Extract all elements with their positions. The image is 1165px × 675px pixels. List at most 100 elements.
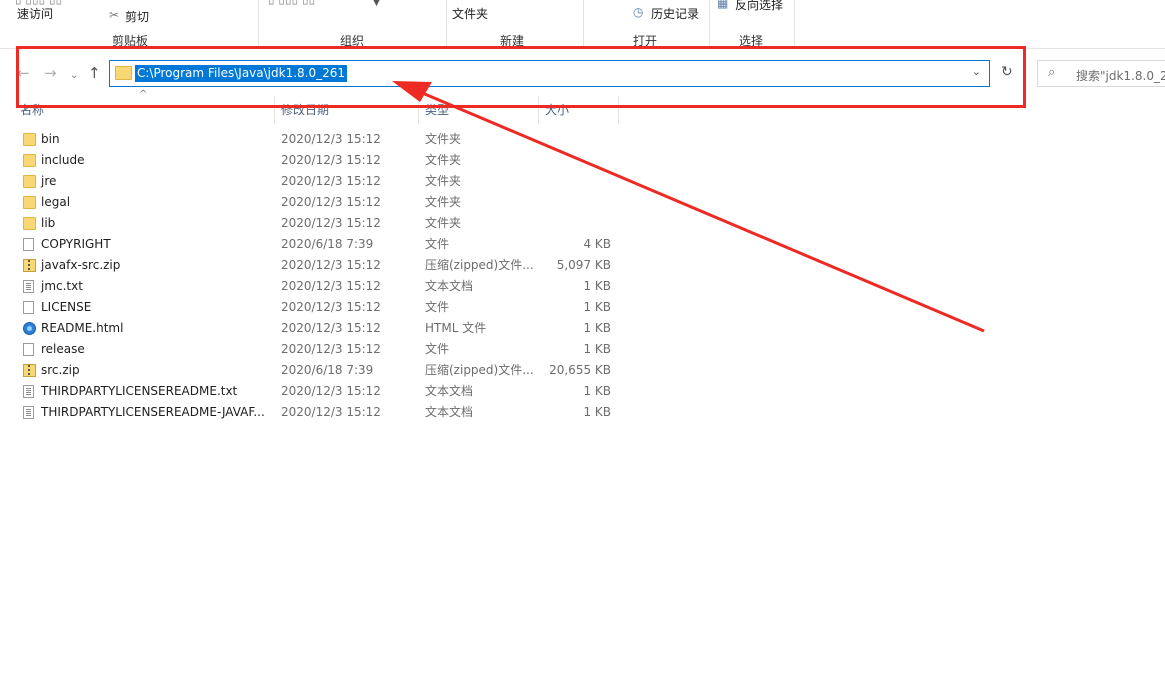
invert-selection-button[interactable]: 反向选择: [735, 0, 783, 13]
forward-arrow-icon[interactable]: →: [44, 63, 57, 83]
file-size: 1 KB: [583, 342, 611, 356]
file-name: README.html: [41, 321, 124, 335]
file-modified-date: 2020/12/3 15:12: [281, 321, 381, 335]
ribbon-separator: [709, 0, 710, 46]
file-type: 文件: [425, 237, 450, 251]
column-header-modified[interactable]: 修改日期: [281, 100, 329, 124]
file-row[interactable]: javafx-src.zip 2020/12/3 15:12 压缩(zipped)文…: [18, 255, 623, 276]
file-type: 文件: [425, 342, 450, 356]
file-name: jre: [41, 174, 57, 188]
address-path-text[interactable]: C:\Program Files\Java\jdk1.8.0_261: [135, 65, 348, 82]
file-icon: [23, 301, 34, 314]
scissors-icon: ✂: [109, 8, 120, 22]
file-size: 1 KB: [583, 405, 611, 419]
folder-icon: [23, 196, 36, 209]
text-file-icon: [23, 280, 34, 293]
file-name: legal: [41, 195, 71, 209]
file-name: THIRDPARTYLICENSEREADME-JAVAF...: [41, 405, 265, 419]
file-type: 压缩(zipped)文件...: [425, 363, 534, 377]
column-header-name[interactable]: 名称: [20, 100, 44, 124]
file-name: LICENSE: [41, 300, 92, 314]
refresh-icon[interactable]: ↻: [1001, 64, 1013, 80]
up-arrow-icon[interactable]: ↑: [88, 63, 101, 83]
history-button[interactable]: 历史记录: [651, 5, 699, 22]
zip-icon: [23, 259, 36, 272]
file-modified-date: 2020/12/3 15:12: [281, 132, 381, 146]
file-row[interactable]: THIRDPARTYLICENSEREADME-JAVAF... 2020/12/…: [18, 402, 623, 423]
file-row[interactable]: jmc.txt 2020/12/3 15:12 文本文档 1 KB: [18, 276, 623, 297]
file-row[interactable]: legal 2020/12/3 15:12 文件夹: [18, 192, 623, 213]
file-name: lib: [41, 216, 56, 230]
file-size: 20,655 KB: [549, 363, 611, 377]
file-modified-date: 2020/12/3 15:12: [281, 300, 381, 314]
file-type: 文本文档: [425, 384, 474, 398]
file-type: 文件夹: [425, 216, 462, 230]
file-modified-date: 2020/12/3 15:12: [281, 279, 381, 293]
file-size: 4 KB: [583, 237, 611, 251]
address-bar[interactable]: C:\Program Files\Java\jdk1.8.0_261 ⌄: [109, 60, 990, 87]
file-type: 文本文档: [425, 405, 474, 419]
file-row[interactable]: bin 2020/12/3 15:12 文件夹: [18, 129, 623, 150]
back-arrow-icon[interactable]: ←: [17, 63, 30, 83]
file-icon: [23, 238, 34, 251]
search-box[interactable]: ⌕ 搜索"jdk1.8.0_26: [1037, 60, 1165, 87]
file-row[interactable]: src.zip 2020/6/18 7:39 压缩(zipped)文件... 20,6…: [18, 360, 623, 381]
file-type: 压缩(zipped)文件...: [425, 258, 534, 272]
folder-icon: [23, 133, 36, 146]
column-separator[interactable]: [418, 96, 419, 124]
file-row[interactable]: jre 2020/12/3 15:12 文件夹: [18, 171, 623, 192]
search-placeholder[interactable]: 搜索"jdk1.8.0_26: [1076, 67, 1165, 84]
file-row[interactable]: README.html 2020/12/3 15:12 HTML 文件 1 KB: [18, 318, 623, 339]
group-label-open: 打开: [633, 34, 658, 48]
file-row[interactable]: release 2020/12/3 15:12 文件 1 KB: [18, 339, 623, 360]
ribbon: ▯ ▯▯▯ ▯▯ 速访问 ✂ 剪切 剪贴板 ▯ ▯▯▯ ▯▯ ▼ 组织 文件夹 …: [0, 0, 1165, 49]
file-type: HTML 文件: [425, 321, 487, 335]
chevron-down-icon[interactable]: ⌄: [972, 65, 981, 78]
ribbon-separator: [583, 0, 584, 46]
column-separator[interactable]: [538, 96, 539, 124]
group-label-organize: 组织: [340, 34, 365, 48]
file-size: 5,097 KB: [556, 258, 611, 272]
search-icon: ⌕: [1048, 65, 1056, 80]
sort-ascending-icon: ^: [139, 89, 148, 100]
cut-button[interactable]: 剪切: [125, 8, 149, 25]
file-name: jmc.txt: [41, 279, 83, 293]
folder-icon: [23, 154, 36, 167]
html-file-icon: [23, 322, 36, 335]
file-size: 1 KB: [583, 279, 611, 293]
new-folder-button[interactable]: 文件夹: [452, 5, 488, 22]
file-name: COPYRIGHT: [41, 237, 111, 251]
file-name: THIRDPARTYLICENSEREADME.txt: [41, 384, 238, 398]
file-modified-date: 2020/12/3 15:12: [281, 258, 381, 272]
history-icon: ◷: [633, 5, 644, 19]
file-type: 文件夹: [425, 153, 462, 167]
file-modified-date: 2020/12/3 15:12: [281, 216, 381, 230]
quick-access-label[interactable]: 速访问: [17, 5, 53, 22]
file-row[interactable]: THIRDPARTYLICENSEREADME.txt 2020/12/3 15:…: [18, 381, 623, 402]
column-header-type[interactable]: 类型: [425, 100, 449, 124]
file-size: 1 KB: [583, 321, 611, 335]
file-row[interactable]: include 2020/12/3 15:12 文件夹: [18, 150, 623, 171]
file-modified-date: 2020/6/18 7:39: [281, 237, 374, 251]
column-separator[interactable]: [618, 96, 619, 124]
invert-selection-icon: ▦: [717, 0, 729, 10]
file-modified-date: 2020/12/3 15:12: [281, 405, 381, 419]
file-modified-date: 2020/12/3 15:12: [281, 342, 381, 356]
file-modified-date: 2020/6/18 7:39: [281, 363, 374, 377]
folder-icon: [115, 66, 132, 80]
column-header-size[interactable]: 大小: [545, 100, 569, 124]
recent-locations-chevron-icon[interactable]: ⌄: [70, 66, 78, 86]
zip-icon: [23, 364, 36, 377]
file-row[interactable]: COPYRIGHT 2020/6/18 7:39 文件 4 KB: [18, 234, 623, 255]
folder-icon: [23, 175, 36, 188]
column-separator[interactable]: [274, 96, 275, 124]
file-name: include: [41, 153, 85, 167]
group-label-new: 新建: [500, 34, 525, 48]
file-row[interactable]: lib 2020/12/3 15:12 文件夹: [18, 213, 623, 234]
group-label-select: 选择: [739, 34, 764, 48]
group-label-clipboard: 剪贴板: [112, 34, 149, 48]
text-file-icon: [23, 406, 34, 419]
file-row[interactable]: LICENSE 2020/12/3 15:12 文件 1 KB: [18, 297, 623, 318]
file-name: src.zip: [41, 363, 80, 377]
file-modified-date: 2020/12/3 15:12: [281, 153, 381, 167]
